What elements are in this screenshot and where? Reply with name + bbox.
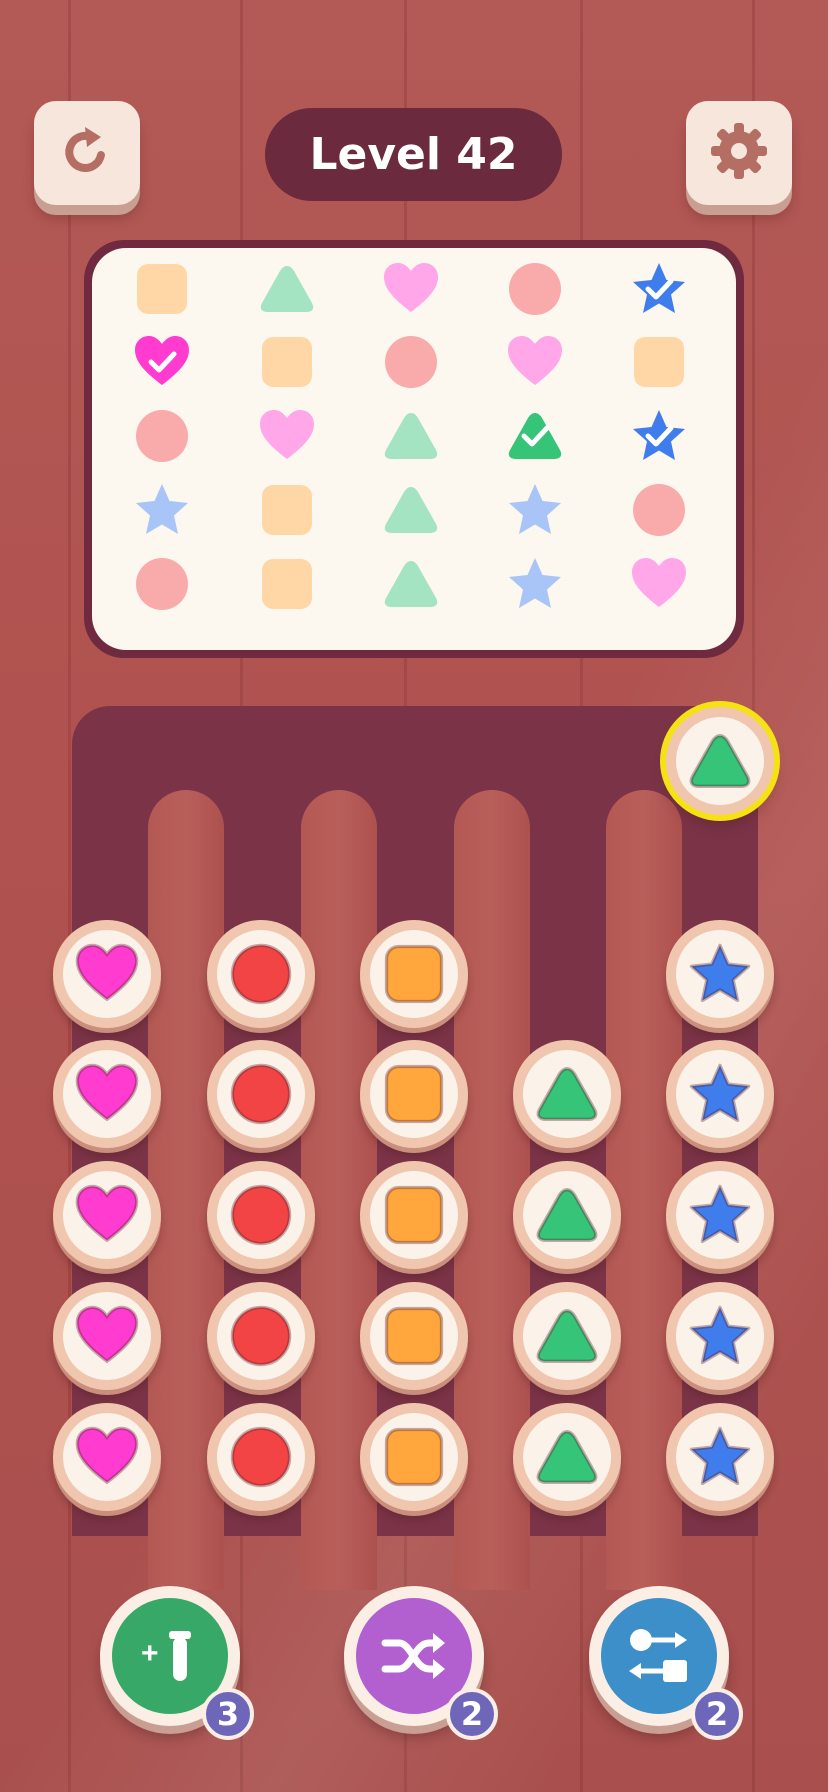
goal-star xyxy=(127,475,197,545)
square-icon xyxy=(370,1171,458,1259)
triangle-icon xyxy=(523,1050,611,1138)
triangle-icon xyxy=(523,1292,611,1380)
heart-icon xyxy=(63,1050,151,1138)
square-icon xyxy=(370,1050,458,1138)
goal-square xyxy=(252,549,322,619)
triangle-icon xyxy=(676,717,764,805)
triangle-token[interactable] xyxy=(513,1403,621,1511)
square-icon xyxy=(370,1413,458,1501)
circle-icon xyxy=(217,1292,305,1380)
star-icon xyxy=(676,1050,764,1138)
goal-heart xyxy=(376,254,446,324)
heart-token[interactable] xyxy=(53,1282,161,1390)
goal-heart xyxy=(624,549,694,619)
goal-triangle-completed xyxy=(500,401,570,471)
square-icon xyxy=(370,1292,458,1380)
heart-token[interactable] xyxy=(53,1161,161,1269)
square-token[interactable] xyxy=(360,1040,468,1148)
goal-square xyxy=(252,475,322,545)
gear-icon xyxy=(706,118,772,188)
goal-triangle xyxy=(376,549,446,619)
circle-icon xyxy=(217,1050,305,1138)
goal-circle xyxy=(127,401,197,471)
triangle-token[interactable] xyxy=(513,1040,621,1148)
circle-token[interactable] xyxy=(207,1282,315,1390)
level-title: Level 42 xyxy=(309,129,518,180)
goal-heart xyxy=(252,401,322,471)
settings-button[interactable] xyxy=(686,101,792,205)
goal-star xyxy=(500,549,570,619)
star-token[interactable] xyxy=(666,1403,774,1511)
triangle-token[interactable] xyxy=(513,1282,621,1390)
swap-count-badge: 2 xyxy=(691,1688,743,1740)
goal-grid xyxy=(92,248,736,650)
star-icon xyxy=(676,1292,764,1380)
goal-circle xyxy=(500,254,570,324)
heart-token[interactable] xyxy=(53,1403,161,1511)
goal-square xyxy=(127,254,197,324)
square-token[interactable] xyxy=(360,1161,468,1269)
shuffle-count-badge: 2 xyxy=(446,1688,498,1740)
goal-heart xyxy=(500,327,570,397)
goal-star-completed xyxy=(624,254,694,324)
circle-token[interactable] xyxy=(207,920,315,1028)
star-token[interactable] xyxy=(666,1161,774,1269)
star-icon xyxy=(676,1413,764,1501)
level-indicator: Level 42 xyxy=(265,108,562,201)
goal-triangle xyxy=(376,401,446,471)
goal-circle xyxy=(376,327,446,397)
restart-icon xyxy=(57,121,117,185)
square-token[interactable] xyxy=(360,1282,468,1390)
swap-booster-button[interactable]: 2 xyxy=(589,1586,743,1740)
add-tube-count-badge: 3 xyxy=(202,1688,254,1740)
triangle-icon xyxy=(523,1171,611,1259)
add-tube-booster-button[interactable]: + 3 xyxy=(100,1586,254,1740)
circle-icon xyxy=(217,930,305,1018)
svg-text:+: + xyxy=(141,1637,159,1670)
circle-token[interactable] xyxy=(207,1161,315,1269)
selected-triangle-token[interactable] xyxy=(666,707,774,815)
heart-icon xyxy=(63,930,151,1018)
square-token[interactable] xyxy=(360,920,468,1028)
goal-star xyxy=(500,475,570,545)
triangle-icon xyxy=(523,1413,611,1501)
goal-triangle xyxy=(252,254,322,324)
circle-icon xyxy=(217,1171,305,1259)
heart-icon xyxy=(63,1171,151,1259)
star-token[interactable] xyxy=(666,920,774,1028)
heart-icon xyxy=(63,1413,151,1501)
goal-triangle xyxy=(376,475,446,545)
goal-heart-completed xyxy=(127,327,197,397)
star-token[interactable] xyxy=(666,1282,774,1390)
square-token[interactable] xyxy=(360,1403,468,1511)
shuffle-booster-button[interactable]: 2 xyxy=(344,1586,498,1740)
heart-token[interactable] xyxy=(53,1040,161,1148)
star-icon xyxy=(676,1171,764,1259)
goal-circle xyxy=(624,475,694,545)
heart-token[interactable] xyxy=(53,920,161,1028)
circle-token[interactable] xyxy=(207,1040,315,1148)
star-token[interactable] xyxy=(666,1040,774,1148)
heart-icon xyxy=(63,1292,151,1380)
circle-icon xyxy=(217,1413,305,1501)
square-icon xyxy=(370,930,458,1018)
goal-square xyxy=(252,327,322,397)
goal-circle xyxy=(127,549,197,619)
goal-square xyxy=(624,327,694,397)
restart-button[interactable] xyxy=(34,101,140,205)
star-icon xyxy=(676,930,764,1018)
triangle-token[interactable] xyxy=(513,1161,621,1269)
goal-star-completed xyxy=(624,401,694,471)
goal-panel xyxy=(84,240,744,658)
circle-token[interactable] xyxy=(207,1403,315,1511)
